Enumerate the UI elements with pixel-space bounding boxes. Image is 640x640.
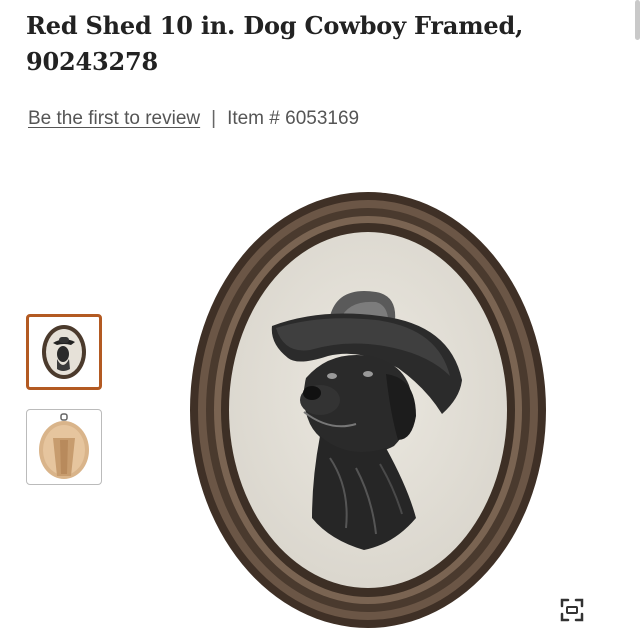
meta-separator: | bbox=[211, 108, 217, 129]
product-title: Red Shed 10 in. Dog Cowboy Framed, 90243… bbox=[26, 11, 524, 76]
frame-back-thumbnail-icon bbox=[39, 413, 89, 479]
item-number: Item # 6053169 bbox=[227, 108, 360, 129]
fullscreen-zoom-icon[interactable] bbox=[558, 596, 586, 624]
product-meta: Be the first to review | Item # 6053169 bbox=[28, 108, 359, 130]
thumbnail-framed-front[interactable] bbox=[26, 314, 102, 390]
framed-dog-thumbnail-icon bbox=[42, 325, 86, 379]
thumbnail-frame-back[interactable] bbox=[26, 409, 102, 485]
main-product-image bbox=[190, 192, 546, 628]
review-link[interactable]: Be the first to review bbox=[28, 108, 200, 130]
page-scrollbar[interactable] bbox=[635, 0, 640, 40]
